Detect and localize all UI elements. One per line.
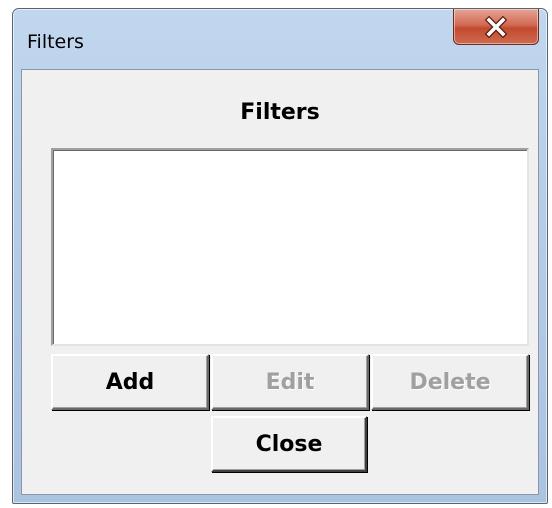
filters-window: Filters Filters Add Edit Delete Close <box>12 8 548 504</box>
window-close-button[interactable] <box>453 9 539 45</box>
dialog-client-area: Filters Add Edit Delete Close <box>21 69 539 495</box>
filters-list[interactable] <box>51 148 529 346</box>
close-icon <box>484 15 508 38</box>
close-button[interactable]: Close <box>211 416 367 472</box>
dialog-heading: Filters <box>240 100 320 125</box>
window-title: Filters <box>27 31 84 53</box>
edit-button[interactable]: Edit <box>211 354 369 410</box>
title-bar[interactable]: Filters <box>13 9 547 69</box>
add-button[interactable]: Add <box>51 354 209 410</box>
delete-button[interactable]: Delete <box>371 354 529 410</box>
